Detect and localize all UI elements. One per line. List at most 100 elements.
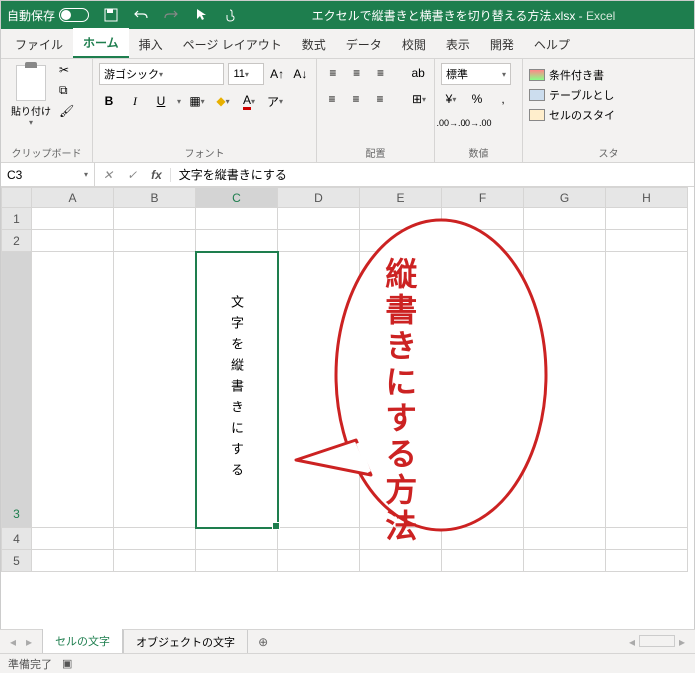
align-right-icon[interactable]: ≡ — [371, 89, 389, 109]
font-size-selector[interactable]: 11▾ — [228, 63, 263, 85]
cell[interactable] — [442, 230, 524, 252]
undo-icon[interactable] — [133, 7, 149, 23]
cell[interactable] — [524, 208, 606, 230]
cancel-icon[interactable]: ✕ — [103, 168, 113, 182]
col-header[interactable]: B — [114, 188, 196, 208]
cell[interactable] — [196, 230, 278, 252]
cell[interactable] — [32, 550, 114, 572]
name-box[interactable]: C3▾ — [1, 163, 95, 186]
row-header[interactable]: 4 — [2, 528, 32, 550]
hscroll-left-icon[interactable]: ◂ — [629, 635, 635, 649]
col-header[interactable]: A — [32, 188, 114, 208]
cell[interactable] — [114, 252, 196, 528]
sheet-tab-2[interactable]: オブジェクトの文字 — [123, 630, 248, 655]
cell[interactable] — [114, 528, 196, 550]
percent-button[interactable]: % — [467, 89, 487, 109]
border-button[interactable]: ▦▾ — [187, 91, 207, 111]
sheet-tab-1[interactable]: セルの文字 — [42, 629, 123, 655]
col-header[interactable]: D — [278, 188, 360, 208]
wrap-text-button[interactable]: ab — [408, 63, 428, 83]
tab-page-layout[interactable]: ページ レイアウト — [173, 30, 292, 58]
decrease-font-icon[interactable]: A↓ — [291, 64, 310, 84]
cell[interactable] — [524, 550, 606, 572]
cell[interactable] — [278, 528, 360, 550]
cell[interactable] — [524, 230, 606, 252]
cell[interactable] — [114, 550, 196, 572]
touch-icon[interactable] — [223, 7, 239, 23]
col-header[interactable]: C — [196, 188, 278, 208]
cell[interactable] — [606, 208, 688, 230]
cell[interactable] — [114, 230, 196, 252]
conditional-format-button[interactable]: 条件付き書 — [529, 67, 688, 83]
cell-styles-button[interactable]: セルのスタイ — [529, 107, 688, 123]
col-header[interactable]: H — [606, 188, 688, 208]
cell[interactable] — [278, 230, 360, 252]
select-all-corner[interactable] — [2, 188, 32, 208]
cell[interactable] — [360, 230, 442, 252]
tab-insert[interactable]: 挿入 — [129, 30, 173, 58]
redo-icon[interactable] — [163, 7, 179, 23]
col-header[interactable]: G — [524, 188, 606, 208]
bold-button[interactable]: B — [99, 91, 119, 111]
row-header[interactable]: 1 — [2, 208, 32, 230]
row-header[interactable]: 5 — [2, 550, 32, 572]
col-header[interactable]: E — [360, 188, 442, 208]
tab-home[interactable]: ホーム — [73, 28, 129, 58]
sheet-nav-next-icon[interactable]: ▸ — [26, 635, 32, 649]
cell[interactable] — [442, 208, 524, 230]
row-header[interactable]: 3 — [2, 252, 32, 528]
cell[interactable] — [360, 208, 442, 230]
tab-file[interactable]: ファイル — [5, 30, 73, 58]
italic-button[interactable]: I — [125, 91, 145, 111]
enter-icon[interactable]: ✓ — [127, 168, 137, 182]
cell[interactable] — [606, 528, 688, 550]
cell[interactable] — [442, 550, 524, 572]
tab-review[interactable]: 校閲 — [392, 30, 436, 58]
cell[interactable] — [196, 528, 278, 550]
cell[interactable] — [196, 208, 278, 230]
cell[interactable] — [442, 252, 524, 528]
number-format-selector[interactable]: 標準▾ — [441, 63, 511, 85]
increase-decimal-icon[interactable]: .00→.0 — [441, 113, 461, 133]
format-painter-icon[interactable]: 🖌 — [59, 104, 74, 118]
cell[interactable] — [606, 550, 688, 572]
tab-view[interactable]: 表示 — [436, 30, 480, 58]
font-color-button[interactable]: A▾ — [239, 91, 259, 111]
cell[interactable] — [442, 528, 524, 550]
tab-formulas[interactable]: 数式 — [292, 30, 336, 58]
currency-button[interactable]: ¥▾ — [441, 89, 461, 109]
cell[interactable] — [32, 230, 114, 252]
cell[interactable] — [196, 550, 278, 572]
format-table-button[interactable]: テーブルとし — [529, 87, 688, 103]
cell[interactable] — [606, 252, 688, 528]
autosave-toggle[interactable]: 自動保存 — [7, 7, 89, 24]
tab-developer[interactable]: 開発 — [480, 30, 524, 58]
cell[interactable] — [360, 252, 442, 528]
tab-help[interactable]: ヘルプ — [524, 30, 580, 58]
align-middle-icon[interactable]: ≡ — [347, 63, 367, 83]
cell[interactable] — [606, 230, 688, 252]
font-name-selector[interactable]: 游ゴシック▾ — [99, 63, 224, 85]
align-bottom-icon[interactable]: ≡ — [371, 63, 391, 83]
fill-color-button[interactable]: ◆▾ — [213, 91, 233, 111]
cell[interactable] — [278, 550, 360, 572]
save-icon[interactable] — [103, 7, 119, 23]
cursor-icon[interactable] — [193, 7, 209, 23]
cell[interactable] — [524, 252, 606, 528]
new-sheet-button[interactable]: ⊕ — [248, 631, 278, 653]
cell-c3[interactable]: 文字を縦書きにする — [196, 252, 278, 528]
cell[interactable] — [32, 208, 114, 230]
col-header[interactable]: F — [442, 188, 524, 208]
cell[interactable] — [32, 528, 114, 550]
underline-button[interactable]: U — [151, 91, 171, 111]
hscroll-right-icon[interactable]: ▸ — [679, 635, 685, 649]
comma-button[interactable]: , — [493, 89, 513, 109]
cell[interactable] — [524, 528, 606, 550]
copy-icon[interactable]: ⧉ — [59, 83, 74, 98]
phonetic-button[interactable]: ア▾ — [265, 91, 285, 111]
cell[interactable] — [114, 208, 196, 230]
hscroll-bar[interactable] — [639, 635, 675, 647]
decrease-decimal-icon[interactable]: .0→.00 — [467, 113, 487, 133]
merge-button[interactable]: ⊞▾ — [410, 89, 428, 109]
cell[interactable] — [360, 528, 442, 550]
